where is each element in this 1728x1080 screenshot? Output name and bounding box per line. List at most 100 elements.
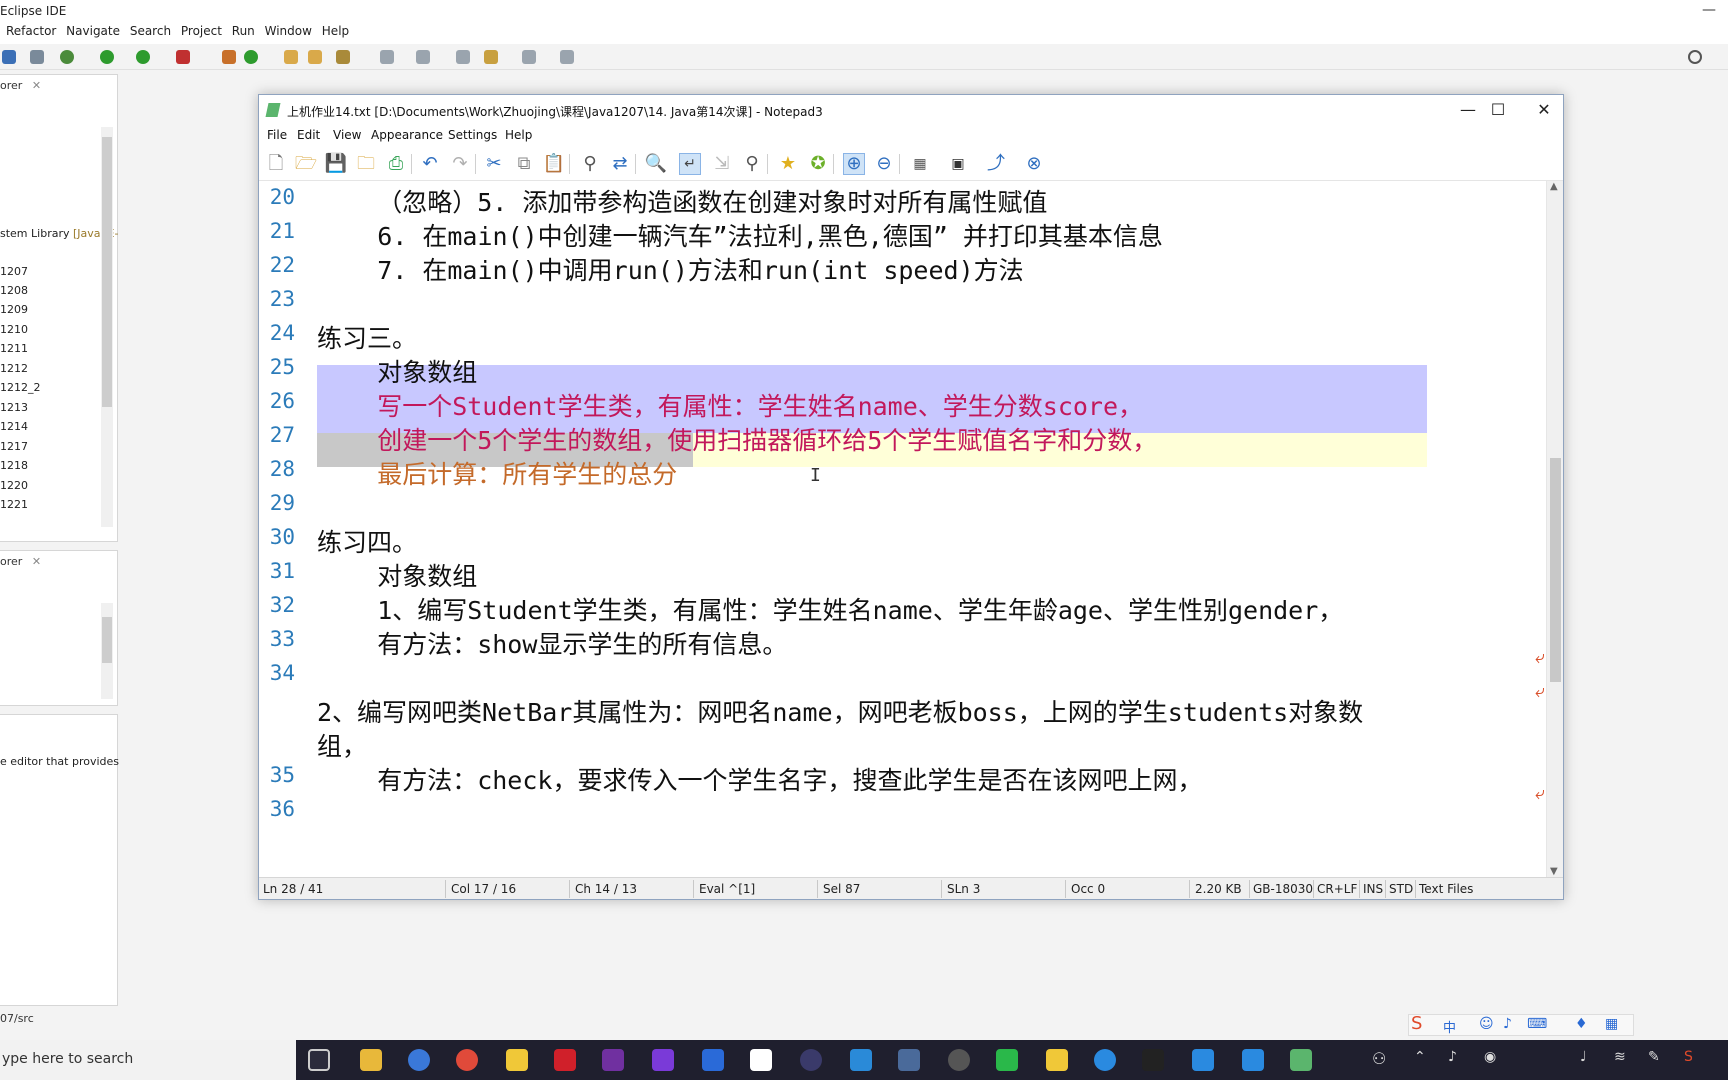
find-icon[interactable]: ⚲ [579, 153, 601, 175]
debug-icon[interactable] [60, 50, 74, 64]
package-explorer-tab[interactable]: orer ✕ [0, 75, 117, 97]
eclipse-menu-help[interactable]: Help [322, 24, 349, 38]
project-item[interactable]: 1208 [0, 284, 28, 297]
project-item[interactable]: 1211 [0, 342, 28, 355]
back-icon[interactable] [456, 50, 470, 64]
editor-line[interactable]: 21 6. 在main()中创建一辆汽车”法拉利,黑色,德国” 并打印其基本信息 [259, 215, 1547, 251]
eclipse-menu-refactor[interactable]: Refactor [6, 24, 56, 38]
new-java-package-icon[interactable] [222, 50, 236, 64]
copy-icon[interactable]: ⧉ [513, 153, 535, 175]
wifi-icon[interactable]: ≋ [1614, 1049, 1626, 1065]
editor-line[interactable]: 36 [259, 793, 1547, 829]
eclipse-menu-project[interactable]: Project [181, 24, 222, 38]
editor-line[interactable]: 33 有方法：show显示学生的所有信息。 [259, 623, 1547, 659]
obs-icon[interactable] [948, 1049, 970, 1071]
task-view-icon[interactable] [308, 1049, 330, 1071]
qq-icon[interactable] [1142, 1049, 1164, 1071]
eclipse-menu-search[interactable]: Search [130, 24, 171, 38]
project-item[interactable]: 1217 [0, 440, 28, 453]
search-icon[interactable] [1688, 50, 1702, 64]
zoom-out-icon[interactable]: ⊖ [873, 153, 895, 175]
eclipse-menu-window[interactable]: Window [265, 24, 312, 38]
feishu-icon[interactable] [1192, 1049, 1214, 1071]
editor-line[interactable]: 31 对象数组 [259, 555, 1547, 591]
maximize-button[interactable]: ☐ [1475, 99, 1521, 121]
customize-schemes-icon[interactable]: ▣ [947, 153, 969, 175]
project-item[interactable]: 1221 [0, 498, 28, 511]
ime-keyboard-icon[interactable]: ⌨ [1527, 1016, 1547, 1032]
vscode-icon[interactable] [850, 1049, 872, 1071]
scroll-up-arrow-icon[interactable]: ▲ [1550, 181, 1558, 192]
status-column[interactable]: Col 17 / 16 [451, 882, 516, 896]
notepad3-taskbar-icon[interactable] [1290, 1049, 1312, 1071]
status-line[interactable]: Ln 28 / 41 [263, 882, 323, 896]
file-explorer-icon[interactable] [360, 1049, 382, 1071]
acrobat-icon[interactable] [554, 1049, 576, 1071]
editor-line[interactable]: 32 1、编写Student学生类，有属性：学生姓名name、学生年龄age、学… [259, 589, 1547, 625]
editor-vertical-scrollbar[interactable]: ▲ ▼ [1546, 181, 1563, 877]
media-player-icon[interactable] [1046, 1049, 1068, 1071]
close-icon[interactable]: ✕ [32, 555, 41, 568]
new-class-icon[interactable] [244, 50, 258, 64]
open-file-icon[interactable]: 🗁 [295, 153, 317, 175]
word-wrap-indicator-icon[interactable]: ⇲ [711, 153, 733, 175]
project-item[interactable]: 1212 [0, 362, 28, 375]
status-insert-mode[interactable]: INS [1363, 882, 1383, 896]
exit-icon[interactable]: ⊗ [1023, 153, 1045, 175]
intellij-icon[interactable] [652, 1049, 674, 1071]
status-encoding[interactable]: GB-18030 [1253, 882, 1313, 896]
project-item[interactable]: 1220 [0, 479, 28, 492]
eclipse-minimize-button[interactable]: — [1702, 2, 1716, 18]
editor-line[interactable]: 28 最后计算：所有学生的总分 [259, 453, 1547, 489]
status-file-type[interactable]: Text Files [1419, 882, 1473, 896]
explorer-2-scrollbar[interactable] [101, 603, 113, 699]
zoom-in-icon[interactable]: ⊕ [843, 153, 865, 175]
save-icon[interactable]: 💾 [325, 153, 347, 175]
ime-skin-icon[interactable]: ♦ [1575, 1016, 1588, 1032]
editor-line[interactable]: 20 （忽略）5. 添加带参构造函数在创建对象时对所有属性赋值 [259, 181, 1547, 217]
external-tools-icon[interactable] [176, 50, 190, 64]
sticky-notes-icon[interactable] [506, 1049, 528, 1071]
project-item[interactable]: 1214 [0, 420, 28, 433]
typora-icon[interactable] [750, 1049, 772, 1071]
editor-line[interactable]: 25 对象数组 [259, 351, 1547, 387]
microphone-icon[interactable]: ♩ [1580, 1049, 1587, 1065]
package-explorer-scrollbar[interactable] [101, 127, 113, 527]
pen-icon[interactable]: ✎ [1648, 1049, 1660, 1065]
menu-help[interactable]: Help [505, 128, 532, 142]
goto-icon[interactable]: 🔍 [645, 153, 667, 175]
paste-icon[interactable]: 📋 [543, 153, 565, 175]
ime-emoji-icon[interactable]: ☺ [1479, 1016, 1494, 1032]
search-tool-icon[interactable] [336, 50, 350, 64]
sogou-tray-icon[interactable]: S [1684, 1049, 1693, 1065]
replace-icon[interactable]: ⇄ [609, 153, 631, 175]
editor-line[interactable]: 26 写一个Student学生类，有属性：学生姓名name、学生分数score， [259, 385, 1547, 421]
run-icon[interactable] [100, 50, 114, 64]
editor-line[interactable]: 组， [259, 725, 1547, 761]
chrome-canary-icon[interactable] [408, 1049, 430, 1071]
wechat-icon[interactable] [996, 1049, 1018, 1071]
editor-line[interactable]: 34 [259, 657, 1547, 693]
status-std[interactable]: STD [1389, 882, 1413, 896]
cut-icon[interactable]: ✂ [483, 153, 505, 175]
editor-line[interactable]: 27 创建一个5个学生的数组，使用扫描器循环给5个学生赋值名字和分数， [259, 419, 1547, 455]
explorer-2-tab[interactable]: orer ✕ [0, 551, 117, 573]
project-item[interactable]: 1210 [0, 323, 28, 336]
status-selection[interactable]: Sel 87 [823, 882, 860, 896]
eclipse-icon[interactable] [800, 1049, 822, 1071]
eclipse-menu-navigate[interactable]: Navigate [66, 24, 120, 38]
chrome-icon[interactable] [456, 1049, 478, 1071]
find-in-files-icon[interactable]: ⚲ [741, 153, 763, 175]
menu-edit[interactable]: Edit [297, 128, 320, 142]
webstorm-icon[interactable] [702, 1049, 724, 1071]
prev-annotation-icon[interactable] [416, 50, 430, 64]
undo-icon[interactable]: ↶ [419, 153, 441, 175]
project-item[interactable]: 1207 [0, 265, 28, 278]
editor-line[interactable]: 29 [259, 487, 1547, 523]
redo-icon[interactable]: ↷ [449, 153, 471, 175]
editor-line[interactable]: 30 练习四。 [259, 521, 1547, 557]
volume-icon[interactable]: ♪ [1448, 1049, 1457, 1065]
pin-editor-icon[interactable] [560, 50, 574, 64]
people-icon[interactable]: ⚇ [1372, 1049, 1386, 1068]
status-file-size[interactable]: 2.20 KB [1195, 882, 1242, 896]
